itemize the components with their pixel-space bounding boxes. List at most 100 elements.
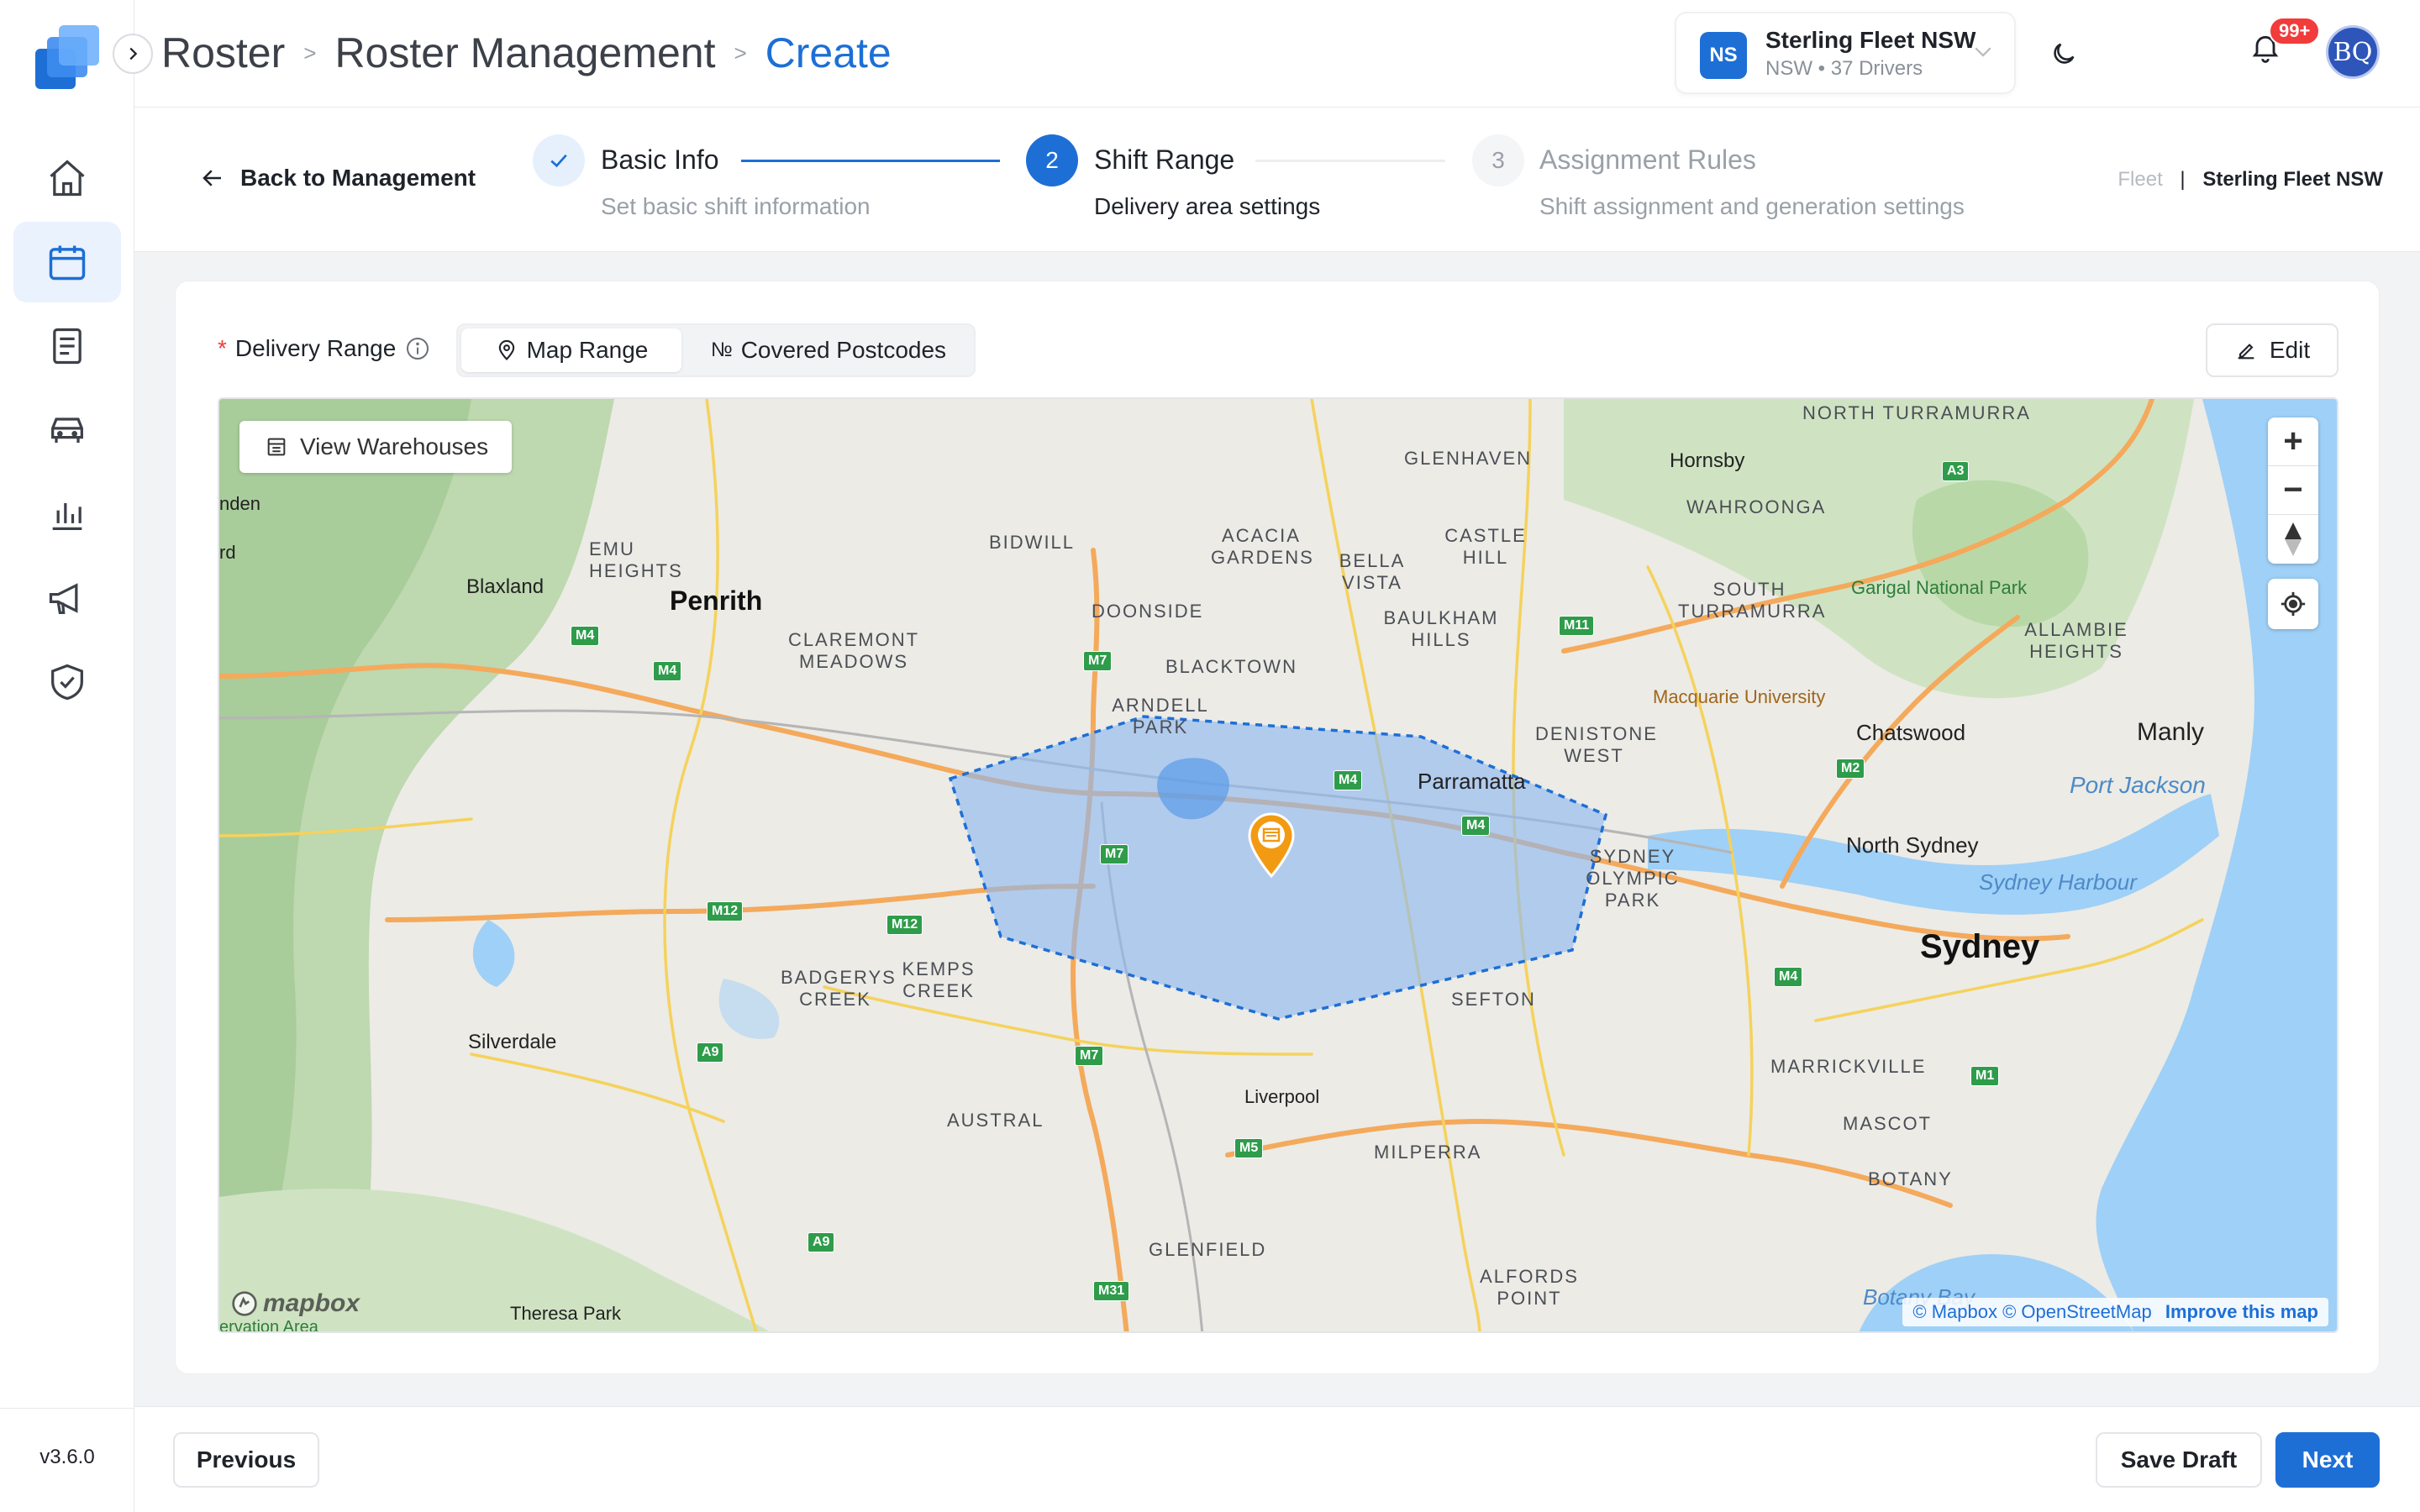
map-label: Penrith	[670, 585, 763, 616]
map-label: Doonside	[1092, 601, 1204, 622]
mapbox-mark-icon	[232, 1291, 257, 1316]
step-assignment-rules[interactable]: 3	[1472, 134, 1524, 186]
step-subtitle-basic-info: Set basic shift information	[601, 193, 871, 219]
road-shield: A3	[1942, 461, 1970, 481]
map-label: Milperra	[1374, 1142, 1482, 1163]
home-icon	[50, 160, 85, 197]
warehouse-pin-icon[interactable]	[1246, 811, 1297, 878]
arrow-left-icon	[203, 170, 221, 186]
nav-home[interactable]	[13, 138, 121, 218]
sidebar-toggle-button[interactable]	[113, 34, 153, 74]
road-shield: M4	[1334, 770, 1363, 790]
view-warehouses-label: View Warehouses	[300, 433, 489, 459]
breadcrumb-current: Create	[765, 29, 892, 76]
fleet-context-value: Sterling Fleet NSW	[2202, 168, 2383, 191]
improve-map-link[interactable]: Improve this map	[2165, 1301, 2318, 1322]
map-label: Macquarie University	[1653, 686, 1826, 707]
map-label: Allambie Heights	[2024, 619, 2128, 662]
range-mode-toggle: Map Range № Covered Postcodes	[456, 323, 976, 377]
map-label: Parramatta	[1418, 769, 1526, 794]
map-label: Blacktown	[1165, 656, 1297, 677]
shield-check-icon	[51, 664, 83, 701]
map-zoom-controls: + −	[2268, 417, 2318, 564]
numero-icon: №	[710, 339, 733, 361]
nav-reports[interactable]	[13, 474, 121, 554]
tab-map-range[interactable]: Map Range	[461, 328, 681, 372]
map-label: Denistone West	[1535, 723, 1658, 766]
map-label: Port Jackson	[2070, 772, 2206, 798]
map-label: Badgerys Creek	[781, 967, 897, 1010]
map-label: Sefton	[1451, 989, 1536, 1010]
map-label: Sydney Olympic Park	[1586, 846, 1680, 911]
nav-vehicles[interactable]	[13, 390, 121, 470]
stepper-bar: Back to Management Basic Info Set basic …	[134, 108, 2420, 252]
breadcrumb-roster[interactable]: Roster	[161, 29, 285, 77]
edit-button[interactable]: Edit	[2206, 323, 2338, 377]
map-label: Botany	[1868, 1168, 1953, 1189]
road-shield: M4	[1461, 816, 1491, 836]
nav-documents[interactable]	[13, 306, 121, 386]
step-title-assignment-rules: Assignment Rules	[1539, 144, 1756, 175]
tab-map-range-label: Map Range	[526, 337, 649, 363]
delivery-map[interactable]: North Turramurra Glenhaven Hornsby Wahro…	[218, 397, 2338, 1333]
map-label: Castle Hill	[1444, 525, 1527, 568]
map-label: Silverdale	[468, 1031, 557, 1053]
breadcrumb-separator: >	[303, 39, 317, 66]
info-icon[interactable]	[404, 335, 431, 362]
map-label: Emu Heights	[589, 538, 683, 581]
mapbox-logo[interactable]: mapbox	[231, 1289, 360, 1318]
map-label: Theresa Park	[510, 1303, 622, 1324]
map-label: Claremont Meadows	[787, 629, 920, 672]
map-label: nden	[219, 493, 260, 514]
pencil-icon	[2238, 344, 2254, 360]
compass-icon	[2285, 522, 2302, 556]
notification-badge: 99+	[2269, 17, 2321, 45]
breadcrumb-roster-management[interactable]: Roster Management	[334, 29, 715, 77]
road-shield: M4	[571, 626, 600, 646]
attribution-link[interactable]: © Mapbox © OpenStreetMap	[1912, 1301, 2151, 1322]
previous-button[interactable]: Previous	[173, 1432, 319, 1488]
nav-announcements[interactable]	[13, 558, 121, 638]
map-label: Glenhaven	[1404, 448, 1533, 469]
road-shield: M4	[653, 661, 682, 681]
next-button[interactable]: Next	[2275, 1432, 2380, 1488]
nav-roster[interactable]	[13, 222, 121, 302]
map-label: Austral	[947, 1110, 1044, 1131]
step-shift-range[interactable]: 2	[1026, 134, 1078, 186]
map-label: Bidwill	[989, 532, 1076, 553]
map-label: Bella Vista	[1339, 550, 1406, 593]
required-mark: *	[218, 335, 227, 361]
locate-me-button[interactable]	[2268, 579, 2318, 629]
chevron-right-icon	[129, 47, 138, 60]
calendar-icon	[49, 245, 86, 281]
zoom-in-button[interactable]: +	[2268, 417, 2318, 466]
view-warehouses-button[interactable]: View Warehouses	[239, 421, 513, 473]
footer-bar: Previous Save Draft Next	[134, 1406, 2420, 1512]
road-shield: M7	[1075, 1046, 1104, 1066]
zoom-out-button[interactable]: −	[2268, 466, 2318, 515]
check-icon	[550, 154, 567, 168]
map-label: Sydney Harbour	[1979, 869, 2137, 895]
theme-toggle-button[interactable]	[2042, 32, 2086, 76]
map-label: rd	[219, 542, 236, 563]
app-logo[interactable]	[32, 24, 104, 94]
map-label: Kemps Creek	[902, 958, 976, 1001]
location-pin-icon	[498, 339, 514, 360]
step-basic-info[interactable]	[533, 134, 585, 186]
step-subtitle-shift-range: Delivery area settings	[1094, 193, 1321, 219]
delivery-range-card: * Delivery Range Map Range № Covered Pos…	[175, 281, 2380, 1374]
fleet-context: Fleet | Sterling Fleet NSW	[2118, 168, 2383, 192]
tab-covered-postcodes[interactable]: № Covered Postcodes	[685, 328, 972, 372]
back-to-management-link[interactable]: Back to Management	[200, 165, 476, 192]
compass-button[interactable]	[2268, 515, 2318, 564]
road-shield: M2	[1836, 759, 1865, 779]
document-icon	[53, 328, 82, 365]
user-avatar[interactable]: BQ	[2326, 25, 2380, 79]
fleet-switcher[interactable]: NS Sterling Fleet NSW NSW • 37 Drivers	[1675, 12, 2016, 94]
nav-compliance[interactable]	[13, 642, 121, 722]
save-draft-button[interactable]: Save Draft	[2096, 1432, 2262, 1488]
road-shield: M5	[1234, 1138, 1264, 1158]
road-shield: A9	[808, 1232, 835, 1252]
road-shield: A9	[697, 1042, 724, 1063]
warehouse-icon	[267, 438, 286, 456]
